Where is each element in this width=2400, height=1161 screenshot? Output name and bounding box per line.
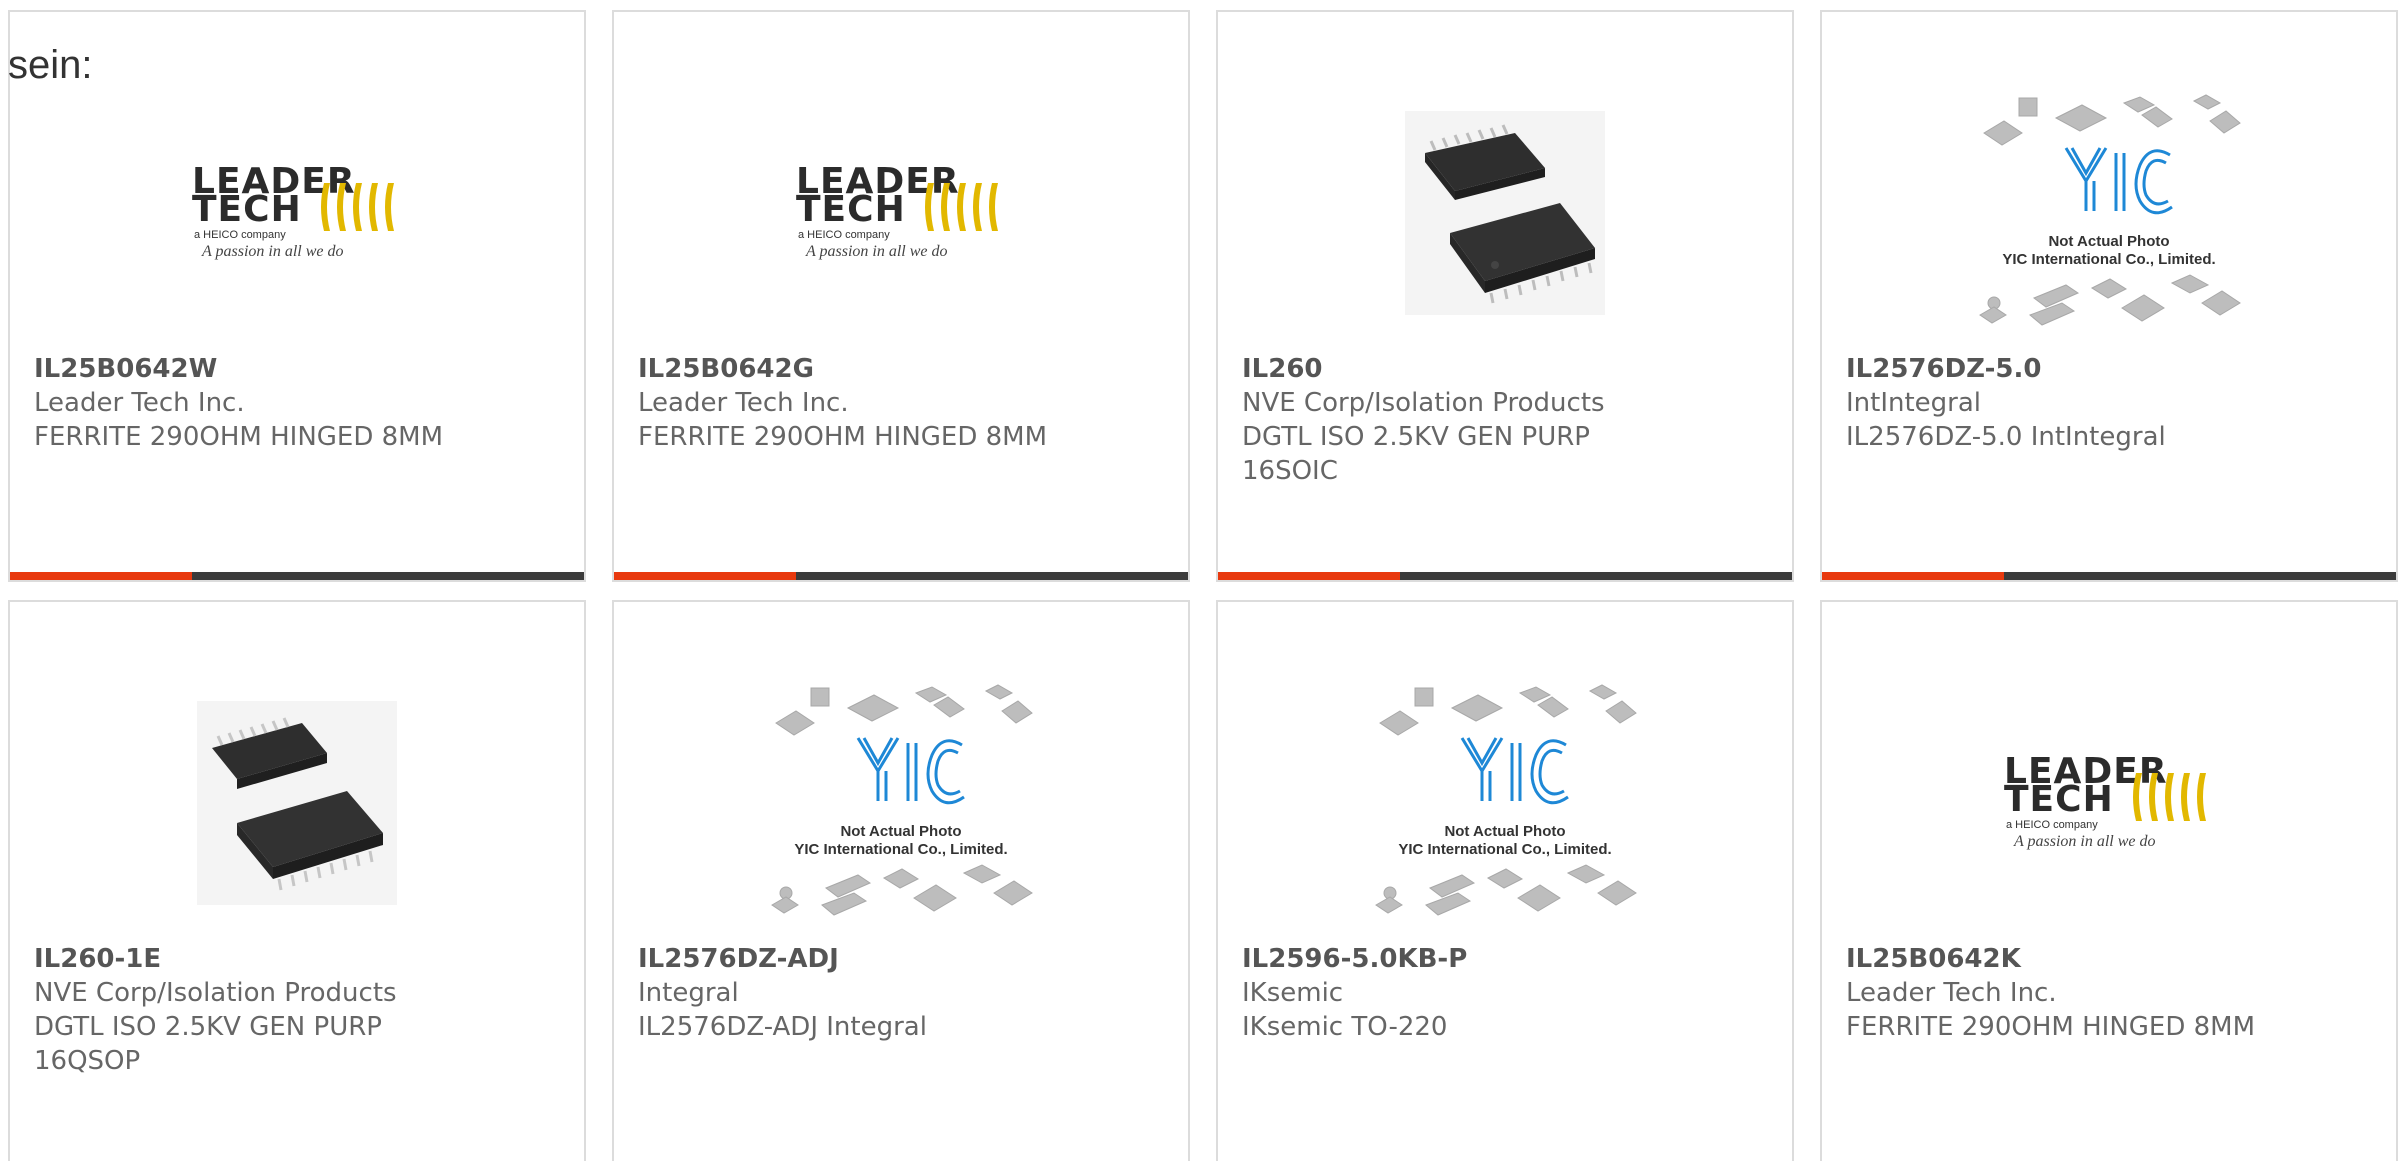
product-image[interactable]: [1218, 68, 1792, 358]
manufacturer: IntIntegral: [1846, 388, 1982, 418]
yic-placeholder: Not Actual Photo YIC International Co., …: [766, 683, 1036, 923]
product-info: IL25B0642G Leader Tech Inc. FERRITE 290O…: [638, 352, 1164, 454]
card-accent: [10, 572, 192, 580]
part-number-link[interactable]: IL25B0642W: [34, 352, 560, 386]
part-number-link[interactable]: IL2596-5.0KB-P: [1242, 942, 1768, 976]
qsop-chip-photo: [197, 701, 397, 905]
product-image[interactable]: [10, 658, 584, 948]
product-image[interactable]: LEADER TECH a HEICO company A passion in…: [10, 68, 584, 358]
product-info: IL2596-5.0KB-P IKsemic IKsemic TO-220: [1242, 942, 1768, 1044]
product-image[interactable]: Not Actual Photo YIC International Co., …: [614, 658, 1188, 948]
leader-tech-stripes-icon: [925, 183, 998, 231]
product-image[interactable]: LEADER TECH a HEICO company A passion in…: [1822, 658, 2396, 948]
manufacturer: NVE Corp/Isolation Products: [34, 978, 397, 1008]
product-info: IL2576DZ-ADJ Integral IL2576DZ-ADJ Integ…: [638, 942, 1164, 1044]
product-info: IL25B0642W Leader Tech Inc. FERRITE 290O…: [34, 352, 560, 454]
description-line: FERRITE 290OHM HINGED 8MM: [1846, 1012, 2256, 1042]
product-card[interactable]: Not Actual Photo YIC International Co., …: [1820, 10, 2398, 582]
product-image[interactable]: Not Actual Photo YIC International Co., …: [1218, 658, 1792, 948]
description-line: IL2576DZ-ADJ Integral: [638, 1012, 927, 1042]
description-line: DGTL ISO 2.5KV GEN PURP: [1242, 422, 1590, 452]
card-bottom-bar: [1218, 572, 1792, 580]
description-line: FERRITE 290OHM HINGED 8MM: [638, 422, 1048, 452]
description-line: IL2576DZ-5.0 IntIntegral: [1846, 422, 2166, 452]
leader-tech-logo: LEADER TECH a HEICO company A passion in…: [192, 163, 402, 263]
product-card[interactable]: IL260 NVE Corp/Isolation Products DGTL I…: [1216, 10, 1794, 582]
product-card[interactable]: LEADER TECH a HEICO company A passion in…: [1820, 600, 2398, 1161]
card-accent: [1822, 572, 2004, 580]
description-line: 16SOIC: [1242, 456, 1338, 486]
product-card[interactable]: LEADER TECH a HEICO company A passion in…: [612, 10, 1190, 582]
yic-placeholder: Not Actual Photo YIC International Co., …: [1370, 683, 1640, 923]
manufacturer: Leader Tech Inc.: [1846, 978, 2057, 1008]
manufacturer: NVE Corp/Isolation Products: [1242, 388, 1605, 418]
part-number-link[interactable]: IL25B0642G: [638, 352, 1164, 386]
card-bottom-bar: [1822, 572, 2396, 580]
product-image[interactable]: Not Actual Photo YIC International Co., …: [1822, 68, 2396, 358]
manufacturer: Integral: [638, 978, 739, 1008]
card-bottom-bar: [10, 572, 584, 580]
card-accent: [614, 572, 796, 580]
manufacturer: Leader Tech Inc.: [638, 388, 849, 418]
chip-outlines-icon: [1979, 94, 2241, 326]
product-card[interactable]: IL260-1E NVE Corp/Isolation Products DGT…: [8, 600, 586, 1161]
card-bottom-bar: [614, 572, 1188, 580]
part-number-link[interactable]: IL260: [1242, 352, 1768, 386]
product-info: IL2576DZ-5.0 IntIntegral IL2576DZ-5.0 In…: [1846, 352, 2372, 454]
part-number-link[interactable]: IL260-1E: [34, 942, 560, 976]
intro-text: sein:: [8, 43, 93, 87]
description-line: DGTL ISO 2.5KV GEN PURP: [34, 1012, 382, 1042]
description-line: IKsemic TO-220: [1242, 1012, 1448, 1042]
product-image[interactable]: LEADER TECH a HEICO company A passion in…: [614, 68, 1188, 358]
chip-outlines-icon: [771, 684, 1033, 916]
manufacturer: Leader Tech Inc.: [34, 388, 245, 418]
leader-tech-logo: LEADER TECH a HEICO company A passion in…: [2004, 753, 2214, 853]
product-card[interactable]: Not Actual Photo YIC International Co., …: [612, 600, 1190, 1161]
leader-tech-logo: LEADER TECH a HEICO company A passion in…: [796, 163, 1006, 263]
part-number-link[interactable]: IL25B0642K: [1846, 942, 2372, 976]
description-line: 16QSOP: [34, 1046, 141, 1076]
soic-chip-photo: [1405, 111, 1605, 315]
description-line: FERRITE 290OHM HINGED 8MM: [34, 422, 444, 452]
product-info: IL260 NVE Corp/Isolation Products DGTL I…: [1242, 352, 1768, 488]
manufacturer: IKsemic: [1242, 978, 1344, 1008]
product-grid-page: sein: LEADER TECH a HEICO company A pass…: [0, 0, 2400, 1161]
product-card[interactable]: Not Actual Photo YIC International Co., …: [1216, 600, 1794, 1161]
product-card[interactable]: LEADER TECH a HEICO company A passion in…: [8, 10, 586, 582]
part-number-link[interactable]: IL2576DZ-ADJ: [638, 942, 1164, 976]
leader-tech-stripes-icon: [2133, 773, 2206, 821]
leader-tech-stripes-icon: [321, 183, 394, 231]
product-info: IL260-1E NVE Corp/Isolation Products DGT…: [34, 942, 560, 1078]
yic-placeholder: Not Actual Photo YIC International Co., …: [1974, 93, 2244, 333]
card-accent: [1218, 572, 1400, 580]
chip-outlines-icon: [1375, 684, 1637, 916]
part-number-link[interactable]: IL2576DZ-5.0: [1846, 352, 2372, 386]
product-info: IL25B0642K Leader Tech Inc. FERRITE 290O…: [1846, 942, 2372, 1044]
